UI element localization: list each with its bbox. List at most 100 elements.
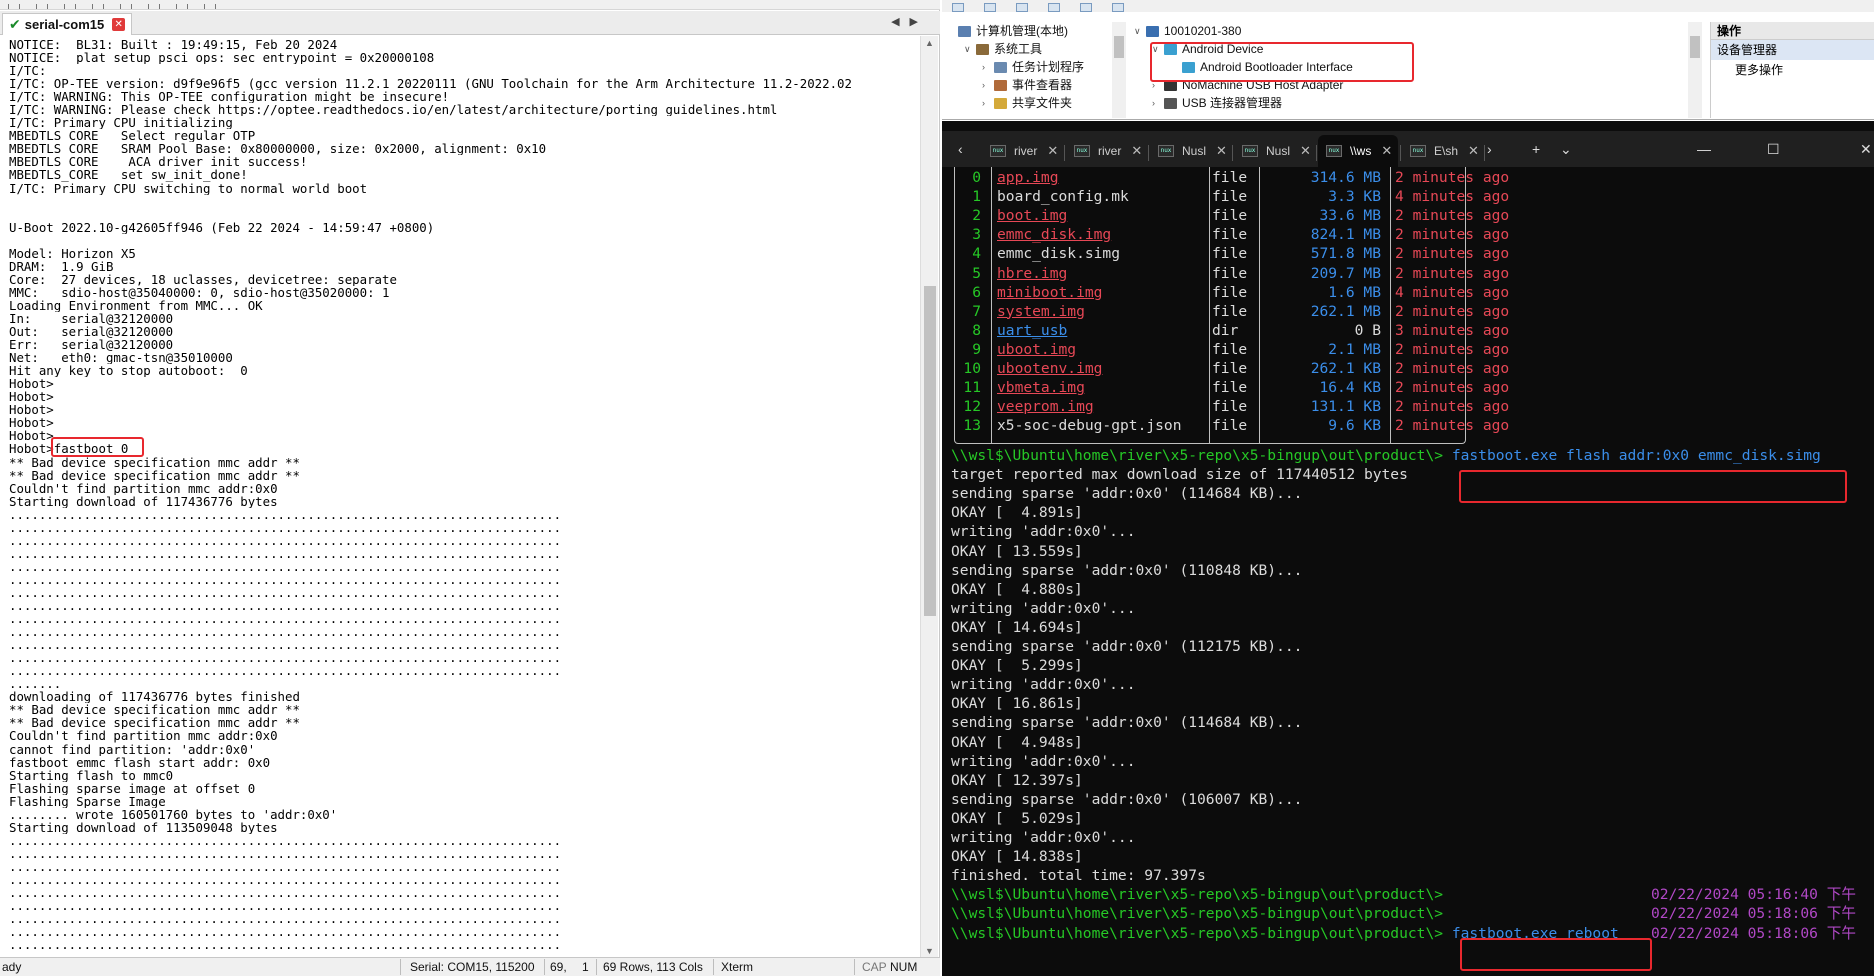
serial-line: I/TC: WARNING: This OP-TEE configuration… <box>9 90 450 104</box>
file-name: hbre.img <box>997 264 1068 282</box>
tree-item[interactable]: 计算机管理(本地) <box>946 22 1068 40</box>
serial-line: Hobot> <box>9 429 54 443</box>
output-line: sending sparse 'addr:0x0' (110848 KB)... <box>951 561 1303 579</box>
terminal-tab[interactable]: nux river ✕ <box>1066 135 1146 167</box>
close-window-icon[interactable]: ✕ <box>1860 141 1872 158</box>
close-icon[interactable]: ✕ <box>1381 143 1392 159</box>
file-modified: 2 minutes ago <box>1395 169 1510 186</box>
flash-command: fastboot.exe flash addr:0x0 emmc_disk.si… <box>1451 447 1821 464</box>
minimize-icon[interactable]: — <box>1697 141 1711 157</box>
scroll-thumb[interactable] <box>1690 36 1700 58</box>
device-item[interactable]: › USB 连接器管理器 <box>1152 94 1282 112</box>
close-icon[interactable]: ✕ <box>1131 143 1142 159</box>
serial-line: ........................................… <box>9 846 562 860</box>
dropdown-icon[interactable]: ⌄ <box>1560 141 1572 158</box>
actions-more[interactable]: 更多操作 <box>1711 60 1874 80</box>
close-icon[interactable]: ✕ <box>1216 143 1227 159</box>
file-type: file <box>1212 340 1248 358</box>
tree-scrollbar[interactable] <box>1112 22 1126 118</box>
expand-chevron-icon[interactable]: › <box>982 94 994 112</box>
tree-item[interactable]: › 共享文件夹 <box>982 94 1072 112</box>
terminal-line: \\wsl$\Ubuntu\home\river\x5-repo\x5-bing… <box>951 446 1821 465</box>
device-item[interactable]: › NoMachine USB Host Adapter <box>1152 76 1343 94</box>
toolbar-button-icon[interactable] <box>176 4 188 9</box>
serial-line: downloading of 117436776 bytes finished <box>9 690 300 704</box>
help-icon[interactable] <box>1080 3 1092 12</box>
serial-line: Flashing Sparse Image <box>9 794 166 808</box>
expand-chevron-icon[interactable]: › <box>982 76 994 94</box>
status-num: NUM <box>890 960 918 974</box>
file-name: uart_usb <box>997 321 1068 339</box>
toolbar-button-icon[interactable] <box>36 4 48 9</box>
device-scrollbar[interactable] <box>1688 22 1702 118</box>
tree-item[interactable]: ∨ 系统工具 <box>964 40 1042 58</box>
serial-line: ........................................… <box>9 559 562 573</box>
toolbar-button-icon[interactable] <box>120 4 132 9</box>
tree-item-label: Android Device <box>1182 42 1264 56</box>
file-size: 9.6 KB <box>1328 417 1381 435</box>
timestamp: 02/22/2024 05:16:40 下午 <box>1651 886 1856 904</box>
terminal-tab[interactable]: nux \\ws ✕ <box>1318 135 1398 167</box>
tree-item-label: 系统工具 <box>994 42 1043 56</box>
device-item[interactable]: ∨ Android Device <box>1152 40 1263 58</box>
device-icon <box>994 61 1007 73</box>
toolbar-button-icon[interactable] <box>92 4 104 9</box>
scroll-up-icon[interactable]: ▲ <box>925 38 934 48</box>
expand-chevron-icon[interactable]: › <box>1152 94 1164 112</box>
close-icon[interactable]: ✕ <box>1468 143 1479 159</box>
serial-scrollbar[interactable]: ▲ ▼ <box>920 36 938 958</box>
expand-chevron-icon[interactable]: ∨ <box>964 40 976 58</box>
toolbar-button-icon[interactable] <box>8 4 20 9</box>
tree-item[interactable]: › 任务计划程序 <box>982 58 1084 76</box>
file-name: ubootenv.img <box>997 360 1103 377</box>
toolbar-button-icon[interactable] <box>64 4 76 9</box>
file-name: emmc_disk.img <box>997 226 1112 244</box>
tree-item[interactable]: › 事件查看器 <box>982 76 1072 94</box>
terminal-line: writing 'addr:0x0'... <box>951 828 1136 847</box>
output-line: OKAY [ 4.891s] <box>951 504 1083 522</box>
prompt: \\wsl$\Ubuntu\home\river\x5-repo\x5-bing… <box>951 924 1444 942</box>
timestamp: 02/22/2024 05:18:06 下午 <box>1651 905 1856 923</box>
close-icon[interactable]: ✕ <box>1047 143 1058 159</box>
tab-scroll-arrows[interactable]: ◀▶ <box>891 15 928 28</box>
folder-icon[interactable] <box>1016 3 1028 12</box>
new-tab-icon[interactable]: + <box>1532 141 1540 157</box>
scroll-down-icon[interactable]: ▼ <box>925 946 934 956</box>
expand-chevron-icon[interactable]: ∨ <box>1152 40 1164 58</box>
scroll-thumb[interactable] <box>924 286 936 616</box>
expand-chevron-icon[interactable]: ∨ <box>1134 22 1146 40</box>
expand-chevron-icon[interactable]: › <box>1152 76 1164 94</box>
serial-line: ........................................… <box>9 585 562 600</box>
forward-icon[interactable] <box>984 3 996 12</box>
maximize-icon[interactable]: ☐ <box>1767 141 1780 158</box>
terminal-tab-label: Nusl <box>1182 144 1207 158</box>
terminal-line: OKAY [ 4.948s] <box>951 733 1083 752</box>
actions-device-manager[interactable]: 设备管理器 <box>1711 40 1874 60</box>
device-item[interactable]: ∨ 10010201-380 <box>1134 22 1241 40</box>
tab-serial-com15[interactable]: ✔ serial-com15 ✕ <box>2 13 133 35</box>
close-icon[interactable]: ✕ <box>1300 143 1311 159</box>
file-size: 314.6 MB <box>1310 169 1381 186</box>
file-size: 262.1 KB <box>1310 360 1381 377</box>
terminal-tab[interactable]: nux Nusl ✕ <box>1234 135 1314 167</box>
file-type: file <box>1212 207 1248 225</box>
device-item[interactable]: Android Bootloader Interface <box>1170 58 1353 76</box>
terminal-tab[interactable]: nux Nusl ✕ <box>1150 135 1230 167</box>
serial-line: Starting download of 117436776 bytes <box>9 494 278 508</box>
close-icon[interactable]: ✕ <box>112 18 126 31</box>
expand-chevron-icon[interactable]: › <box>982 58 994 76</box>
monitor-icon[interactable] <box>1112 3 1124 12</box>
terminal-tab[interactable]: nux E\sh ✕ <box>1402 135 1482 167</box>
tab-scroll-left-icon[interactable]: ‹ <box>958 141 963 157</box>
serial-line: ** Bad device specification mmc addr ** <box>9 703 300 717</box>
output-line: sending sparse 'addr:0x0' (112175 KB)... <box>951 638 1303 655</box>
toolbar-button-icon[interactable] <box>148 4 160 9</box>
properties-icon[interactable] <box>1048 3 1060 12</box>
terminal-tab[interactable]: nux river ✕ <box>982 135 1062 167</box>
serial-line: ........................................… <box>9 651 562 665</box>
back-icon[interactable] <box>952 3 964 12</box>
tab-scroll-right-icon[interactable]: › <box>1487 141 1492 157</box>
scroll-thumb[interactable] <box>1114 36 1124 58</box>
file-name: boot.img <box>997 207 1068 225</box>
toolbar-button-icon[interactable] <box>204 4 216 9</box>
